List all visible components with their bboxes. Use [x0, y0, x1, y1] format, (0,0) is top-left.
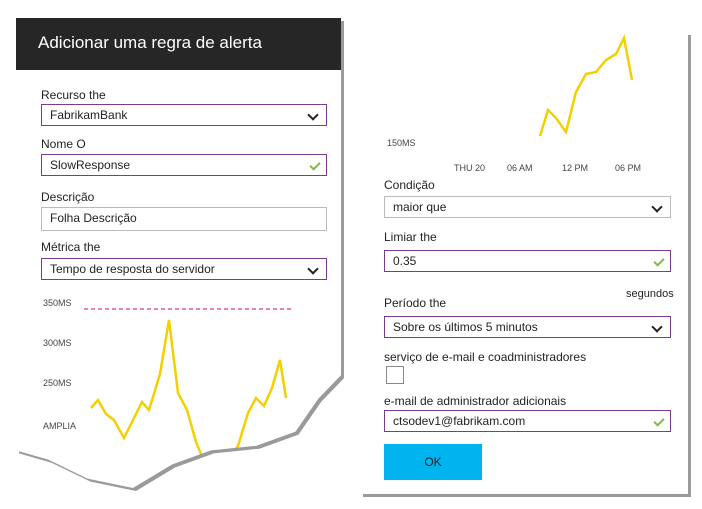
response-time-line [538, 34, 634, 137]
threshold-input[interactable]: 0.35 [384, 250, 671, 272]
alert-rule-panel-right: 150MS THU 20 06 AM 12 PM 06 PM Condição … [360, 32, 688, 494]
chevron-down-icon [651, 321, 663, 333]
ok-button[interactable]: OK [384, 444, 482, 480]
condition-dropdown[interactable]: maior que [384, 196, 671, 218]
condition-value: maior que [393, 200, 447, 214]
chart-x-label: 06 PM [615, 163, 642, 173]
alert-rule-panel-left: Adicionar uma regra de alerta Recurso th… [16, 18, 341, 488]
email-admins-checkbox[interactable] [386, 366, 404, 384]
seconds-label: segundos [626, 288, 674, 300]
extra-email-value: ctsodev1@fabrikam.com [393, 414, 526, 428]
chart-axis-label: 150MS [387, 138, 416, 148]
threshold-value: 0.35 [393, 254, 417, 268]
check-icon [653, 255, 665, 267]
extra-email-input[interactable]: ctsodev1@fabrikam.com [384, 410, 671, 432]
threshold-label: Limiar the [384, 230, 437, 244]
period-label: Período the [384, 296, 447, 310]
period-value: Sobre os últimos 5 minutos [393, 320, 538, 334]
response-time-chart-continued [538, 34, 634, 137]
response-time-line [90, 319, 288, 468]
chart-x-label: THU 20 [454, 163, 486, 173]
email-admins-label: serviço de e-mail e coadministradores [384, 350, 587, 364]
condition-label: Condição [384, 178, 435, 192]
chart-x-label: 06 AM [507, 163, 533, 173]
period-dropdown[interactable]: Sobre os últimos 5 minutos [384, 316, 671, 338]
chart-x-label: 12 PM [562, 163, 589, 173]
check-icon [653, 415, 665, 427]
extra-email-label: e-mail de administrador adicionais [384, 394, 567, 408]
response-time-chart [84, 308, 294, 468]
chevron-down-icon [651, 201, 663, 213]
